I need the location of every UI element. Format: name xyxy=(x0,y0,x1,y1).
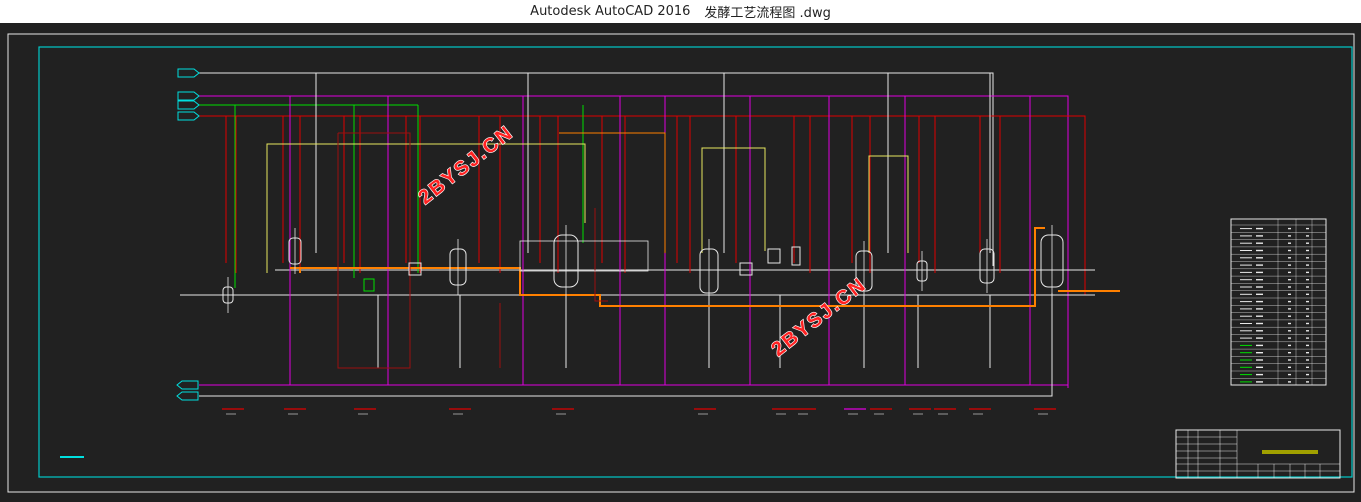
file-name: 发酵工艺流程图 .dwg xyxy=(704,6,831,21)
autocad-window: Autodesk AutoCAD 2016 发酵工艺流程图 .dwg 2BYSJ… xyxy=(0,0,1361,498)
title-text-mark xyxy=(1262,450,1318,454)
drawing-svg[interactable]: 2BYSJ.CN 2BYSJ.CN xyxy=(0,23,1361,498)
app-name: Autodesk AutoCAD 2016 xyxy=(530,4,691,19)
drawing-canvas[interactable]: 2BYSJ.CN 2BYSJ.CN xyxy=(0,23,1361,498)
title-bar: Autodesk AutoCAD 2016 发酵工艺流程图 .dwg xyxy=(0,0,1361,23)
